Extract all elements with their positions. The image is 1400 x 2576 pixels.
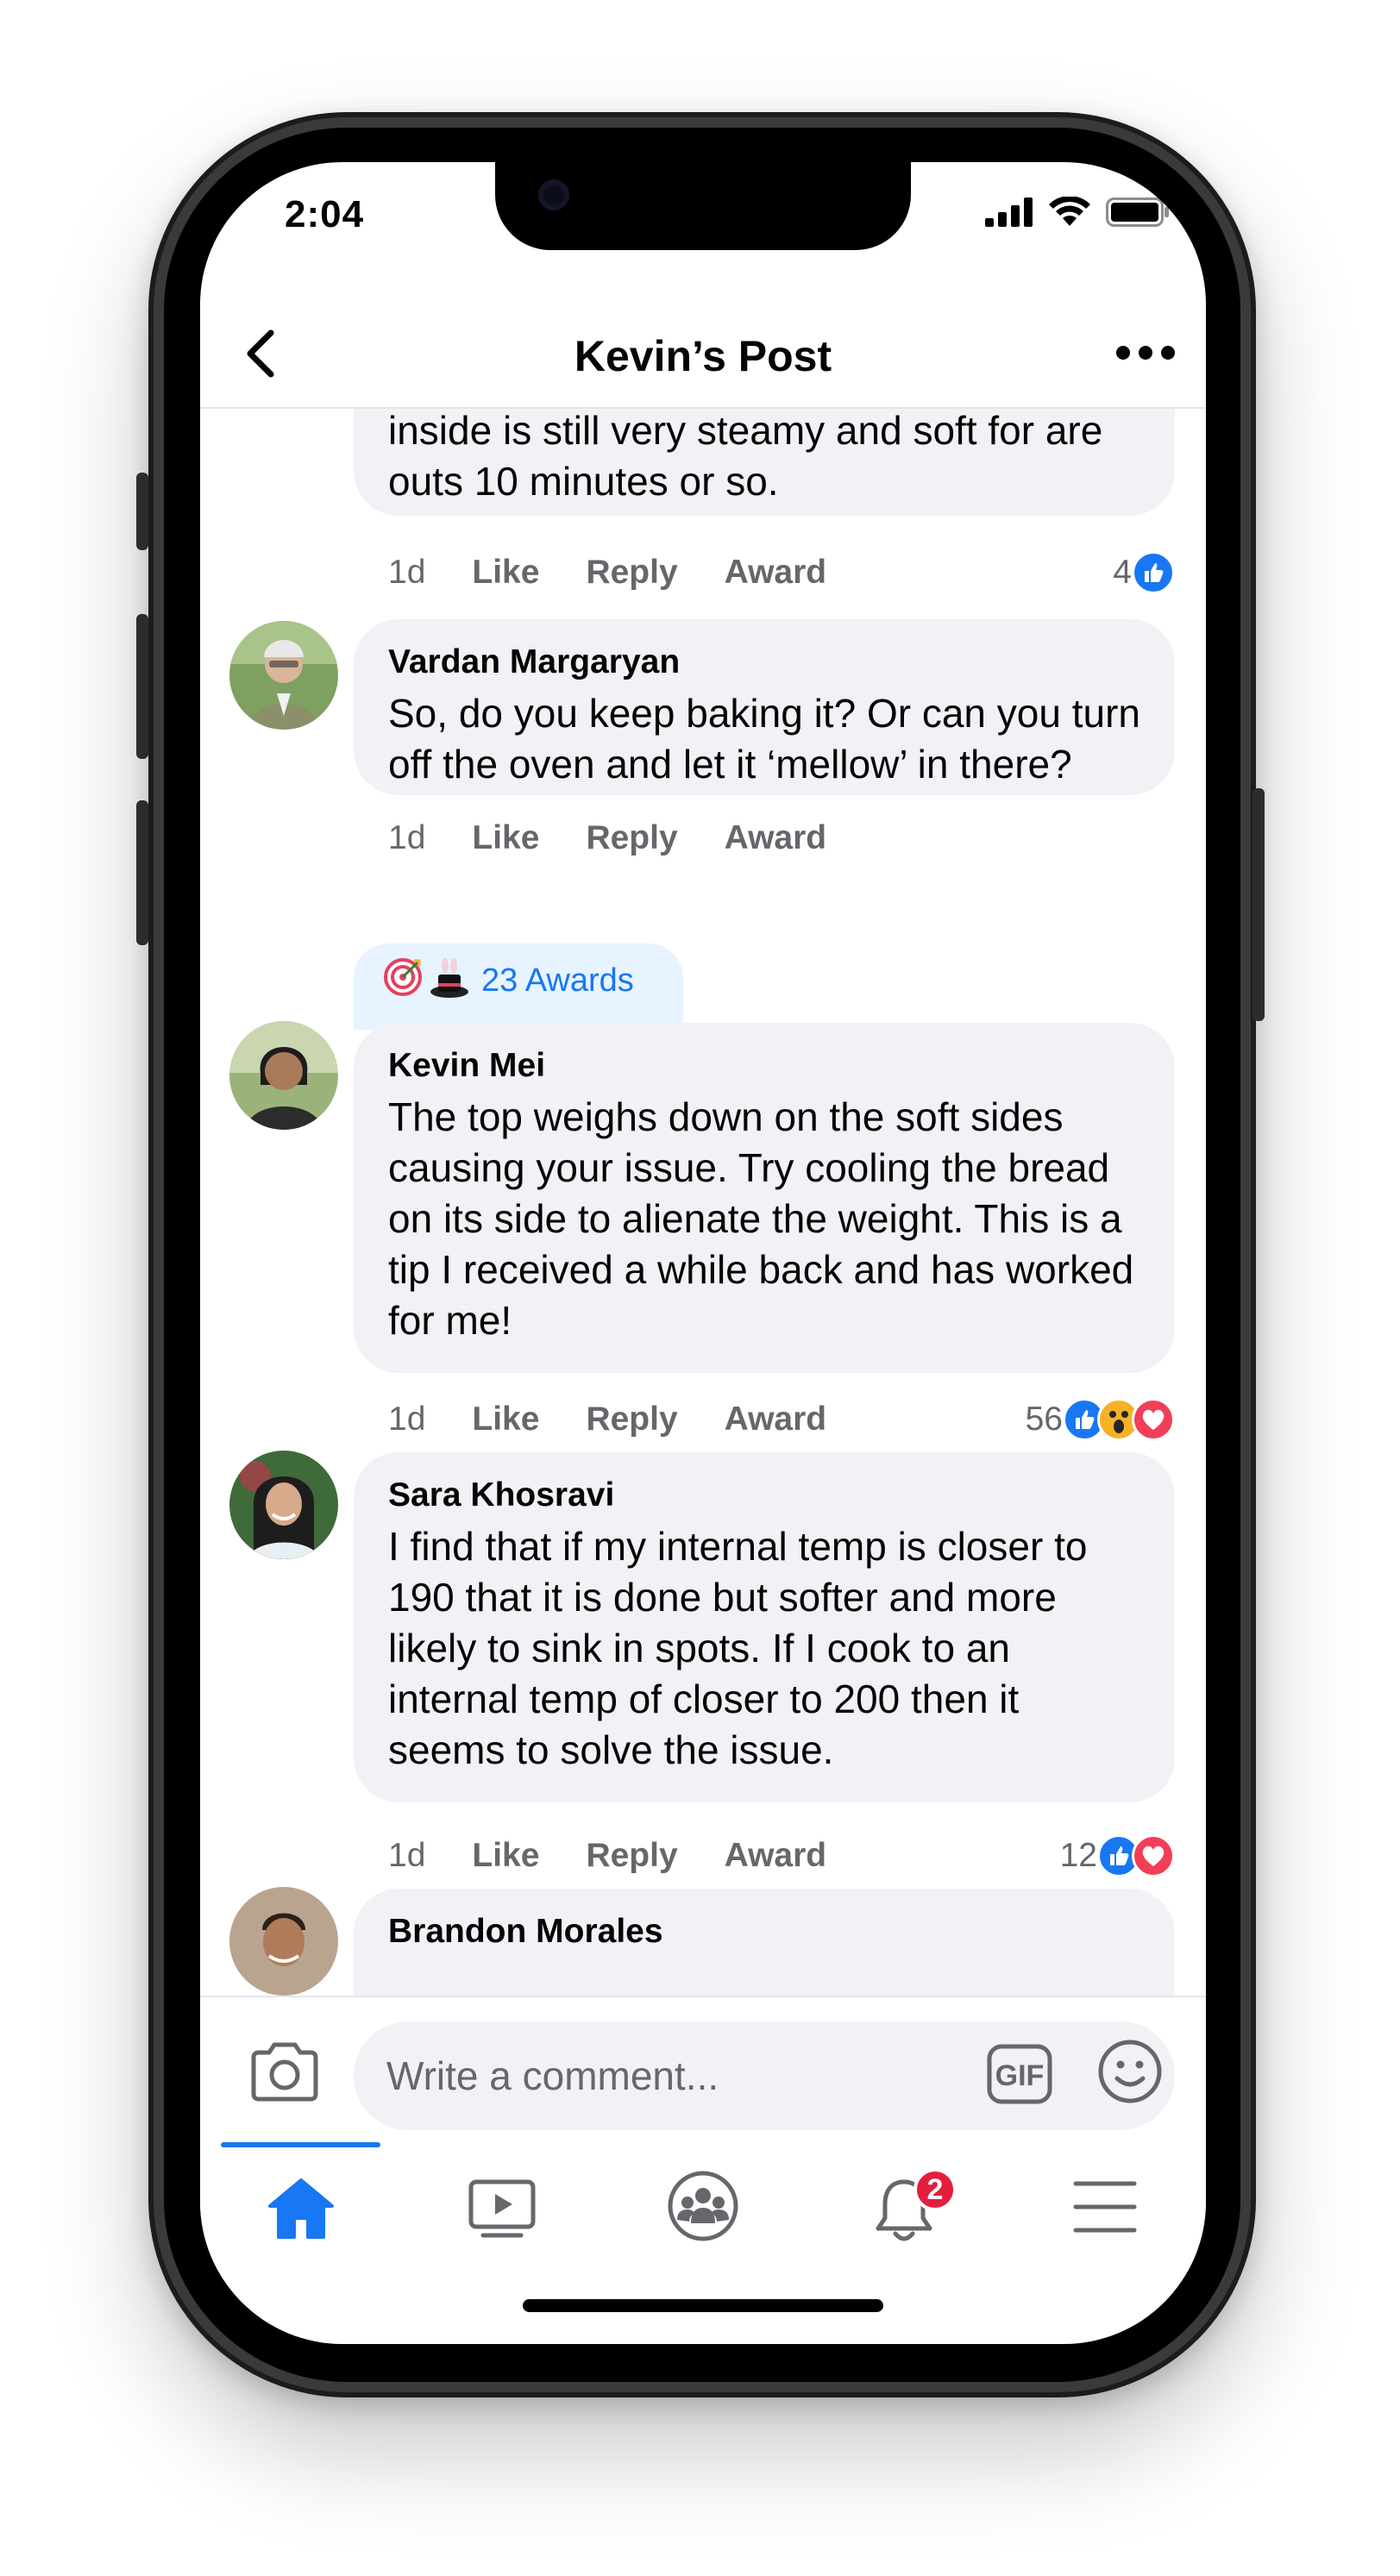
like-button[interactable]: Like	[472, 1401, 539, 1438]
comment-bubble: Sara Khosravi I find that if my internal…	[354, 1452, 1175, 1802]
reply-button[interactable]: Reply	[586, 1401, 677, 1438]
menu-icon	[1073, 2181, 1136, 2233]
comment-author[interactable]: Sara Khosravi	[388, 1476, 1140, 1514]
awards-count-label: 23 Awards	[481, 962, 634, 999]
award-button[interactable]: Award	[725, 1837, 827, 1875]
target-award-icon	[384, 958, 422, 996]
reaction-count: 4	[1113, 554, 1132, 591]
comment-actions: 1d Like Reply Award	[388, 547, 873, 599]
wifi-icon	[1049, 197, 1090, 226]
bottom-tab-bar: 2	[200, 2142, 1206, 2272]
page-title: Kevin’s Post	[574, 332, 832, 380]
phone-power-button	[1252, 788, 1265, 1021]
avatar[interactable]	[229, 621, 338, 730]
comment-actions: 1d Like Reply Award	[388, 1830, 873, 1882]
status-icons	[985, 197, 1170, 228]
front-camera	[538, 179, 569, 210]
reaction-summary[interactable]: 4	[1113, 547, 1175, 599]
phone-silent-switch	[136, 473, 148, 550]
home-icon	[267, 2178, 334, 2239]
cellular-signal-icon	[985, 197, 1033, 227]
comment-bubble: Brandon Morales	[354, 1889, 1175, 1996]
groups-icon	[668, 2171, 738, 2241]
tab-groups[interactable]	[602, 2142, 803, 2272]
reply-button[interactable]: Reply	[586, 1837, 677, 1875]
comment-actions: 1d Like Reply Award	[388, 812, 873, 864]
comment-author[interactable]: Kevin Mei	[388, 1047, 1140, 1085]
camera-icon[interactable]	[248, 2040, 321, 2103]
awards-tab[interactable]: 23 Awards	[354, 943, 683, 1030]
tab-menu[interactable]	[1004, 2142, 1205, 2272]
award-button[interactable]: Award	[725, 1401, 827, 1438]
status-time: 2:04	[285, 193, 365, 235]
comment-author[interactable]: Brandon Morales	[388, 1913, 1140, 1951]
avatar[interactable]	[229, 1451, 338, 1559]
comment-bubble: Vardan Margaryan So, do you keep baking …	[354, 619, 1175, 795]
notification-badge: 2	[913, 2168, 957, 2211]
comment-placeholder: Write a comment...	[386, 2053, 719, 2098]
comment-text: inside is still very steamy and soft for…	[388, 409, 1103, 504]
comment-bubble: inside is still very steamy and soft for…	[354, 409, 1175, 516]
reaction-summary[interactable]: 12	[1060, 1830, 1175, 1882]
comment-time: 1d	[388, 1837, 426, 1874]
comment-composer: Write a comment... GIF	[200, 1996, 1206, 2144]
reply-button[interactable]: Reply	[586, 554, 677, 592]
like-reaction-icon	[1132, 551, 1175, 594]
comment-time: 1d	[388, 554, 426, 591]
battery-icon	[1106, 197, 1169, 227]
avatar[interactable]	[229, 1021, 338, 1130]
tab-notifications[interactable]: 2	[803, 2142, 1004, 2272]
like-button[interactable]: Like	[472, 554, 539, 592]
video-icon	[468, 2179, 535, 2238]
phone-volume-down	[136, 800, 148, 945]
svg-text:GIF: GIF	[995, 2059, 1045, 2092]
emoji-icon[interactable]	[1096, 2037, 1165, 2106]
more-options-button[interactable]	[1111, 331, 1180, 374]
award-button[interactable]: Award	[725, 819, 827, 857]
notch	[495, 162, 911, 250]
tab-watch[interactable]	[401, 2142, 602, 2272]
comment-time: 1d	[388, 1401, 426, 1438]
like-button[interactable]: Like	[472, 819, 539, 857]
comment-bubble: Kevin Mei The top weighs down on the sof…	[354, 1023, 1175, 1373]
comments-feed[interactable]: inside is still very steamy and soft for…	[200, 409, 1206, 1996]
love-reaction-icon	[1132, 1398, 1175, 1441]
award-button[interactable]: Award	[725, 554, 827, 592]
comment-actions: 1d Like Reply Award	[388, 1394, 873, 1445]
comment-text: I find that if my internal temp is close…	[388, 1524, 1088, 1772]
comment-author[interactable]: Vardan Margaryan	[388, 643, 1140, 681]
home-indicator[interactable]	[523, 2299, 883, 2312]
love-reaction-icon	[1132, 1834, 1175, 1877]
reaction-count: 56	[1025, 1401, 1063, 1438]
reply-button[interactable]: Reply	[586, 819, 677, 857]
avatar[interactable]	[229, 1887, 338, 1996]
reaction-summary[interactable]: 56	[1026, 1394, 1175, 1445]
gif-icon[interactable]: GIF	[987, 2044, 1052, 2104]
magic-hat-award-icon	[430, 958, 468, 998]
reaction-count: 12	[1059, 1837, 1097, 1874]
tab-home[interactable]	[200, 2142, 401, 2272]
comment-text: The top weighs down on the soft sides ca…	[388, 1094, 1134, 1343]
active-tab-indicator	[221, 2142, 380, 2147]
post-header: Kevin’s Post	[200, 300, 1206, 409]
phone-screen: 2:04 Kevin’s Post inside is still very s…	[200, 162, 1206, 2344]
like-button[interactable]: Like	[472, 1837, 539, 1875]
comment-text: So, do you keep baking it? Or can you tu…	[388, 691, 1140, 787]
comment-time: 1d	[388, 819, 426, 856]
phone-volume-up	[136, 614, 148, 759]
